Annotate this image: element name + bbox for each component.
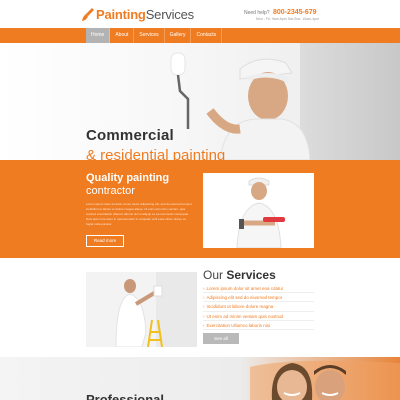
service-item-label: Exercitation Ullamco laboris nisi — [206, 322, 271, 328]
painter-on-ladder-illustration — [86, 272, 197, 347]
services-title: Our Services — [203, 268, 276, 282]
nav-items: Home About Services Gallery Contacts — [86, 28, 223, 43]
nav-item-services[interactable]: Services — [134, 28, 165, 43]
quality-section — [0, 160, 400, 258]
services-title-bold: Services — [226, 268, 276, 282]
couple-photo — [250, 357, 400, 400]
nav-item-gallery[interactable]: Gallery — [165, 28, 192, 43]
help-label: Need help? — [244, 10, 270, 16]
list-item[interactable]: › Ut enim ad minim veniam quis nostrud — [203, 312, 314, 321]
site-header: Painting Services Need help? 800-2345-67… — [0, 0, 400, 28]
list-item[interactable]: › Incididunt ut labore dolore magna — [203, 302, 314, 312]
service-item-label: Adipiscing elit sed do eiusmod tempor — [206, 295, 283, 301]
painter-photo — [206, 58, 310, 160]
hero-subtitle: & residential painting — [86, 147, 226, 160]
arrow-right-icon: › — [203, 295, 205, 301]
list-item[interactable]: › Adipiscing elit sed do eiusmod tempor — [203, 293, 314, 303]
logo[interactable]: Painting Services — [82, 7, 194, 22]
contractor-illustration — [203, 173, 314, 248]
bottom-title: Professional — [86, 392, 165, 400]
phone-number[interactable]: 800-2345-679 — [273, 9, 317, 16]
quality-title: Quality painting — [86, 172, 170, 184]
service-item-label: Incididunt ut labore dolore magna — [206, 304, 274, 310]
nav-item-contacts[interactable]: Contacts — [191, 28, 223, 43]
nav-item-home[interactable]: Home — [86, 28, 111, 43]
hero-slider: Commercial & residential painting — [0, 43, 400, 160]
hero-title: Commercial — [86, 127, 174, 144]
service-item-label: Ut enim ad minim veniam quis nostrud — [206, 313, 284, 319]
paint-brush-icon — [82, 8, 94, 21]
service-item-label: Lorem ipsum dolor sit amet ena cdatur — [206, 286, 284, 291]
arrow-right-icon: › — [203, 304, 205, 310]
paint-roller-image — [170, 52, 190, 129]
opening-hours: Mon - Fri: 9am-6pm Sat-Sun: 10am-4pm — [256, 17, 320, 21]
see-all-button[interactable]: See all — [203, 333, 239, 344]
hero-wall — [300, 43, 400, 160]
services-title-prefix: Our — [203, 268, 224, 282]
quality-body-text: Lorem ipsum dolor sit amet conse ctetur … — [86, 202, 192, 226]
read-more-button[interactable]: Read more — [86, 235, 124, 247]
contractor-photo — [203, 173, 314, 248]
nav-item-about[interactable]: About — [110, 28, 135, 43]
arrow-right-icon: › — [203, 313, 205, 319]
logo-word-services: Services — [145, 7, 194, 22]
main-nav: Home About Services Gallery Contacts — [0, 28, 400, 43]
arrow-right-icon: › — [203, 286, 205, 291]
services-list: › Lorem ipsum dolor sit amet ena cdatur ›… — [203, 284, 314, 330]
quality-subtitle: contractor — [86, 185, 135, 197]
list-item[interactable]: › Lorem ipsum dolor sit amet ena cdatur — [203, 284, 314, 294]
arrow-right-icon: › — [203, 322, 205, 328]
help-line: Need help? 800-2345-679 — [244, 9, 317, 16]
logo-word-painting: Painting — [96, 7, 146, 22]
couple-illustration — [250, 360, 400, 400]
list-item[interactable]: › Exercitation Ullamco laboris nisi — [203, 321, 314, 330]
services-photo — [86, 272, 197, 347]
